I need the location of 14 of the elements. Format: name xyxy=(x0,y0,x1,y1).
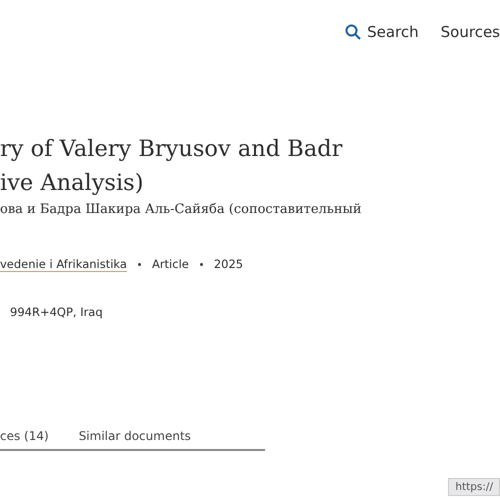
search-icon xyxy=(345,24,362,40)
affiliation-address: 994R+4QP, Iraq xyxy=(10,305,104,319)
bullet-icon xyxy=(138,262,141,266)
journal-link[interactable]: vedenie i Afrikanistika xyxy=(0,257,127,271)
document-type: Article xyxy=(152,257,189,271)
tab[interactable]: ces (14) xyxy=(0,429,49,443)
article-title: ry of Valery Bryusov and Badr ive Analysis) xyxy=(0,135,344,198)
article-subtitle: ова и Бадра Шакира Аль-Сайяба (сопоставительный xyxy=(0,202,363,217)
status-url: https:// xyxy=(448,478,500,496)
sources-link[interactable]: Sources xyxy=(440,23,500,41)
publication-year: 2025 xyxy=(214,257,244,271)
bullet-icon xyxy=(200,262,203,266)
tab[interactable]: Similar documents xyxy=(78,429,191,443)
search-link[interactable]: Search xyxy=(345,23,419,41)
